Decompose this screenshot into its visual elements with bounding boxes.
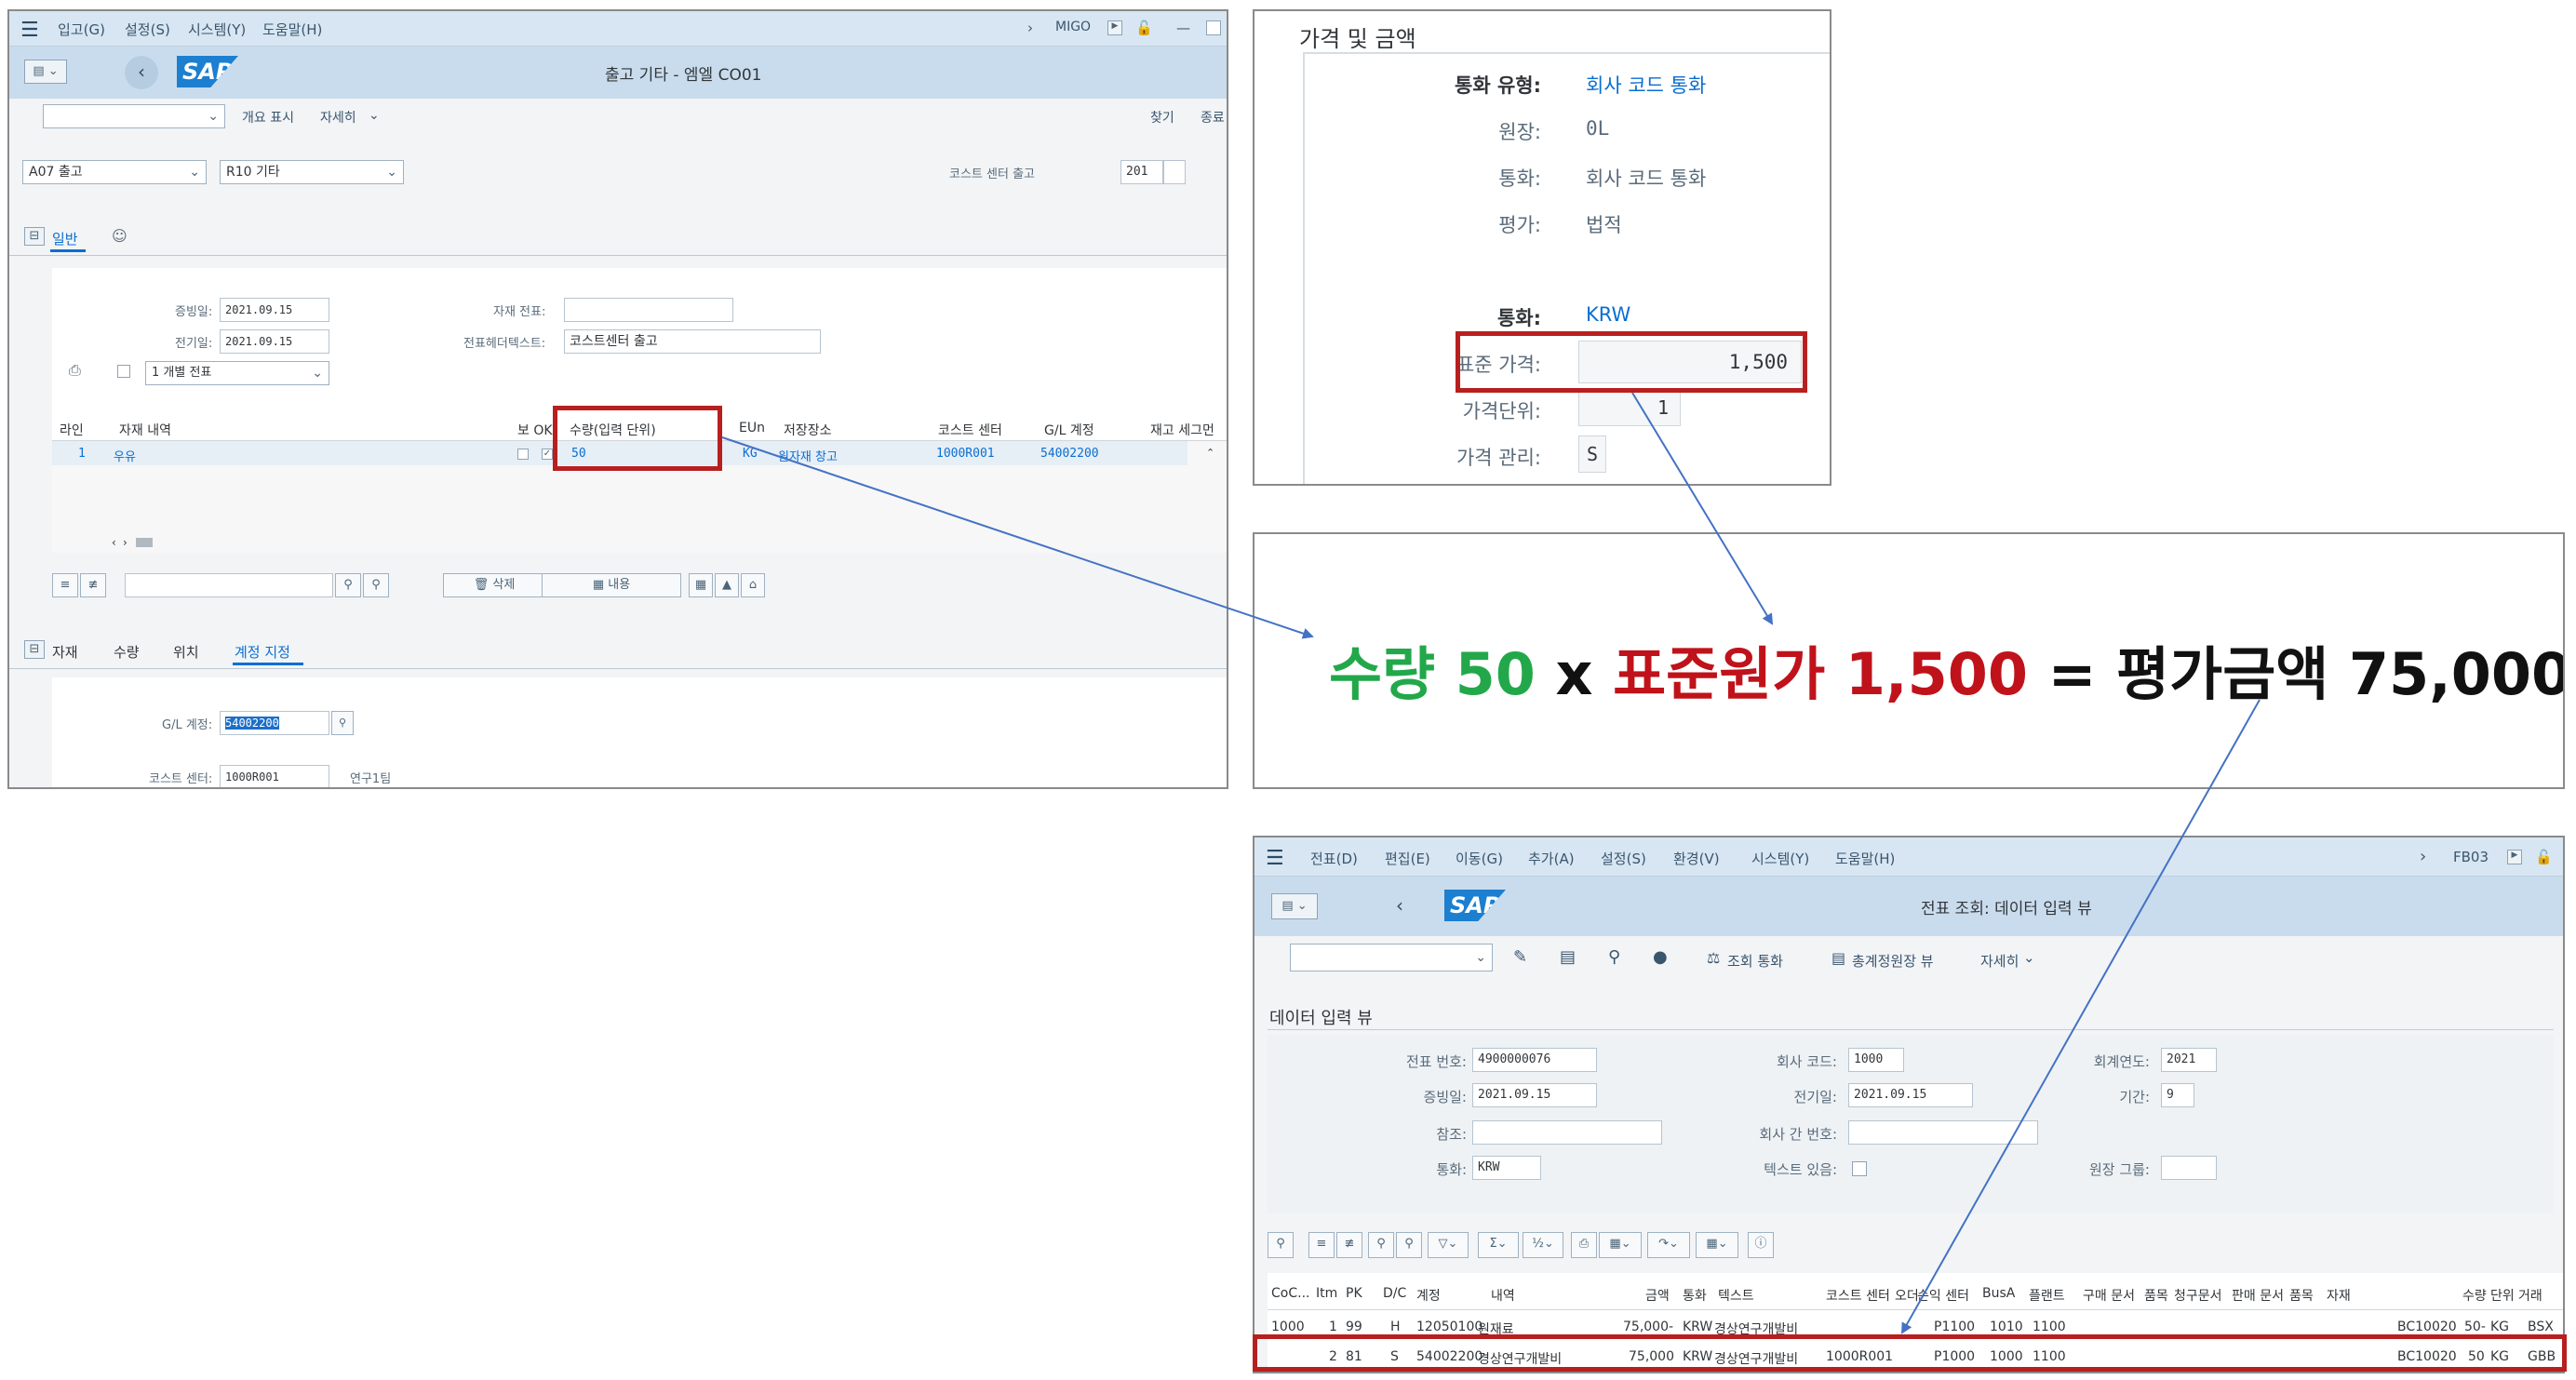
arrow-formula-to-line [1901, 699, 2261, 1334]
arrow-qty-to-formula [721, 436, 1314, 639]
arrow-price-to-formula [1631, 392, 1774, 625]
connector-arrows [721, 392, 2261, 1334]
